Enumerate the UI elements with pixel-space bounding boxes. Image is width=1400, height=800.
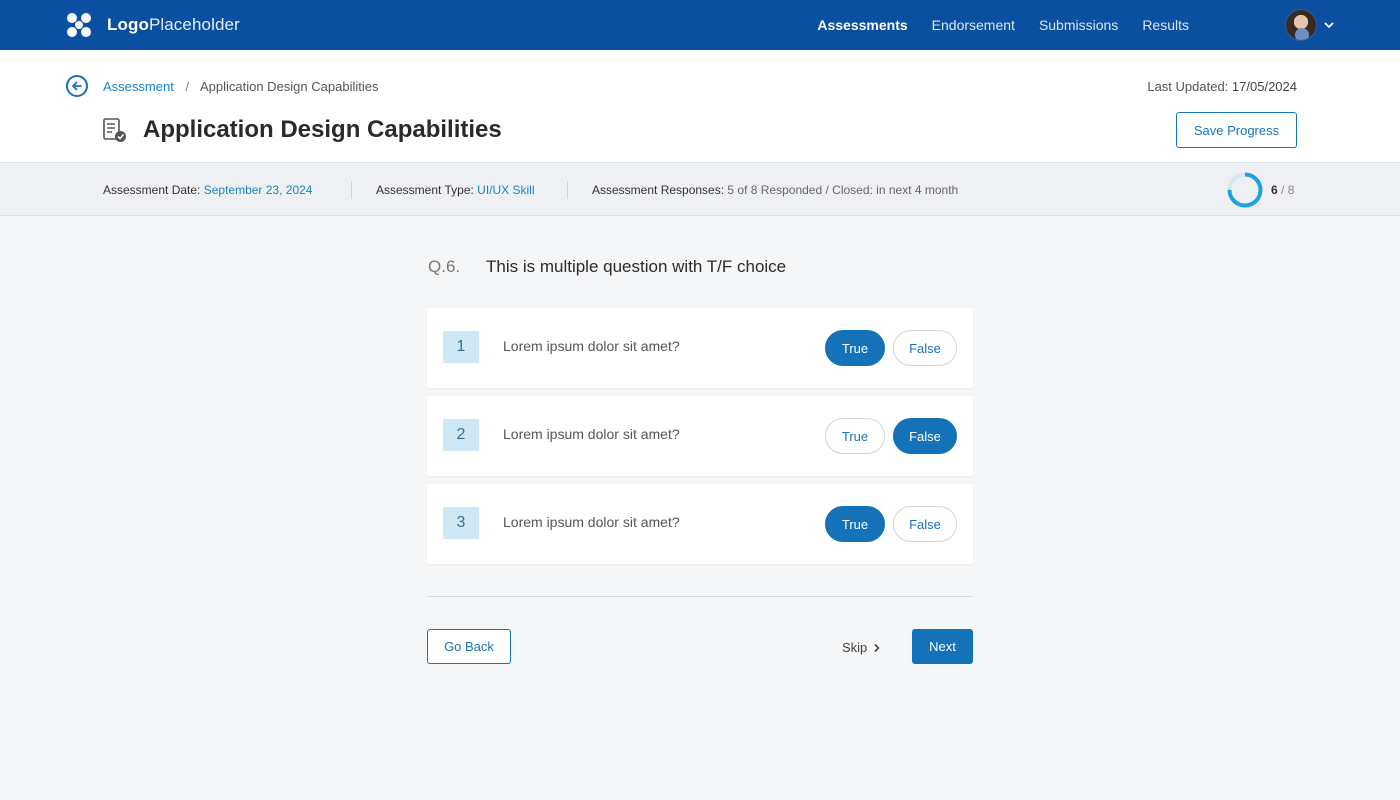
arrow-left-icon bbox=[71, 81, 82, 91]
assessment-responses-value: 5 of 8 Responded / Closed: in next 4 mon… bbox=[727, 183, 959, 197]
user-menu[interactable] bbox=[1285, 9, 1335, 41]
statement-card: 2 Lorem ipsum dolor sit amet? True False bbox=[427, 396, 973, 476]
last-updated-label: Last Updated: bbox=[1147, 79, 1229, 94]
nav-item-endorsement[interactable]: Endorsement bbox=[932, 17, 1015, 33]
true-button[interactable]: True bbox=[825, 506, 885, 542]
chevron-right-icon bbox=[874, 643, 880, 652]
breadcrumb: Assessment / Application Design Capabili… bbox=[103, 79, 378, 94]
skip-label: Skip bbox=[842, 640, 868, 655]
page-title: Application Design Capabilities bbox=[143, 116, 502, 143]
back-arrow-button[interactable] bbox=[66, 75, 88, 97]
progress-ring bbox=[1227, 172, 1263, 208]
statement-card: 3 Lorem ipsum dolor sit amet? True False bbox=[427, 484, 973, 564]
go-back-button[interactable]: Go Back bbox=[427, 629, 511, 664]
assessment-date-value: September 23, 2024 bbox=[203, 183, 313, 197]
progress-separator: / bbox=[1281, 183, 1285, 197]
breadcrumb-link-assessment[interactable]: Assessment bbox=[103, 79, 174, 94]
main-nav: Assessments Endorsement Submissions Resu… bbox=[817, 0, 1189, 50]
logo-icon bbox=[67, 13, 91, 37]
statement-index-badge: 3 bbox=[443, 507, 479, 539]
divider bbox=[427, 596, 973, 597]
top-nav-bar: LogoPlaceholder Assessments Endorsement … bbox=[0, 0, 1400, 50]
progress-current: 6 bbox=[1271, 183, 1278, 197]
assessment-info-bar: Assessment Date: September 23, 2024 Asse… bbox=[0, 164, 1400, 216]
false-button[interactable]: False bbox=[893, 330, 957, 366]
breadcrumb-separator: / bbox=[185, 79, 190, 94]
statement-text: Lorem ipsum dolor sit amet? bbox=[503, 426, 680, 442]
skip-button[interactable]: Skip bbox=[842, 640, 882, 655]
nav-item-assessments[interactable]: Assessments bbox=[817, 17, 907, 33]
page-header: Assessment / Application Design Capabili… bbox=[0, 50, 1400, 163]
assessment-type: Assessment Type: UI/UX Skill bbox=[376, 183, 535, 197]
nav-item-submissions[interactable]: Submissions bbox=[1039, 17, 1118, 33]
question-title: This is multiple question with T/F choic… bbox=[486, 257, 787, 276]
question-number: Q.6. bbox=[428, 257, 461, 276]
progress-total: 8 bbox=[1287, 183, 1295, 197]
divider bbox=[351, 181, 352, 199]
next-button[interactable]: Next bbox=[912, 629, 973, 664]
breadcrumb-current: Application Design Capabilities bbox=[199, 79, 379, 94]
progress-indicator: 6 / 8 bbox=[1226, 171, 1294, 209]
avatar[interactable] bbox=[1285, 9, 1317, 41]
assessment-responses-label: Assessment Responses: bbox=[592, 183, 725, 197]
last-updated-value: 17/05/2024 bbox=[1231, 79, 1297, 94]
false-button[interactable]: False bbox=[893, 418, 957, 454]
assessment-date-label: Assessment Date: bbox=[103, 183, 201, 197]
statement-text: Lorem ipsum dolor sit amet? bbox=[503, 338, 680, 354]
false-button[interactable]: False bbox=[893, 506, 957, 542]
assessment-date: Assessment Date: September 23, 2024 bbox=[103, 183, 312, 197]
assessment-responses: Assessment Responses: 5 of 8 Responded /… bbox=[592, 183, 958, 197]
statement-index-badge: 1 bbox=[443, 331, 479, 363]
chevron-down-icon[interactable] bbox=[1323, 19, 1335, 31]
assessment-type-label: Assessment Type: bbox=[376, 183, 474, 197]
statement-card: 1 Lorem ipsum dolor sit amet? True False bbox=[427, 308, 973, 388]
logo[interactable]: LogoPlaceholder bbox=[66, 12, 240, 38]
checklist-icon bbox=[103, 118, 126, 142]
assessment-type-value: UI/UX Skill bbox=[477, 183, 535, 197]
logo-text: LogoPlaceholder bbox=[107, 15, 240, 34]
last-updated: Last Updated: 17/05/2024 bbox=[1147, 79, 1297, 94]
statement-text: Lorem ipsum dolor sit amet? bbox=[503, 514, 680, 530]
true-button[interactable]: True bbox=[825, 418, 885, 454]
nav-item-results[interactable]: Results bbox=[1142, 17, 1189, 33]
save-progress-button[interactable]: Save Progress bbox=[1176, 112, 1297, 148]
divider bbox=[567, 181, 568, 199]
statement-index-badge: 2 bbox=[443, 419, 479, 451]
true-button[interactable]: True bbox=[825, 330, 885, 366]
progress-text: 6 / 8 bbox=[1271, 183, 1294, 197]
